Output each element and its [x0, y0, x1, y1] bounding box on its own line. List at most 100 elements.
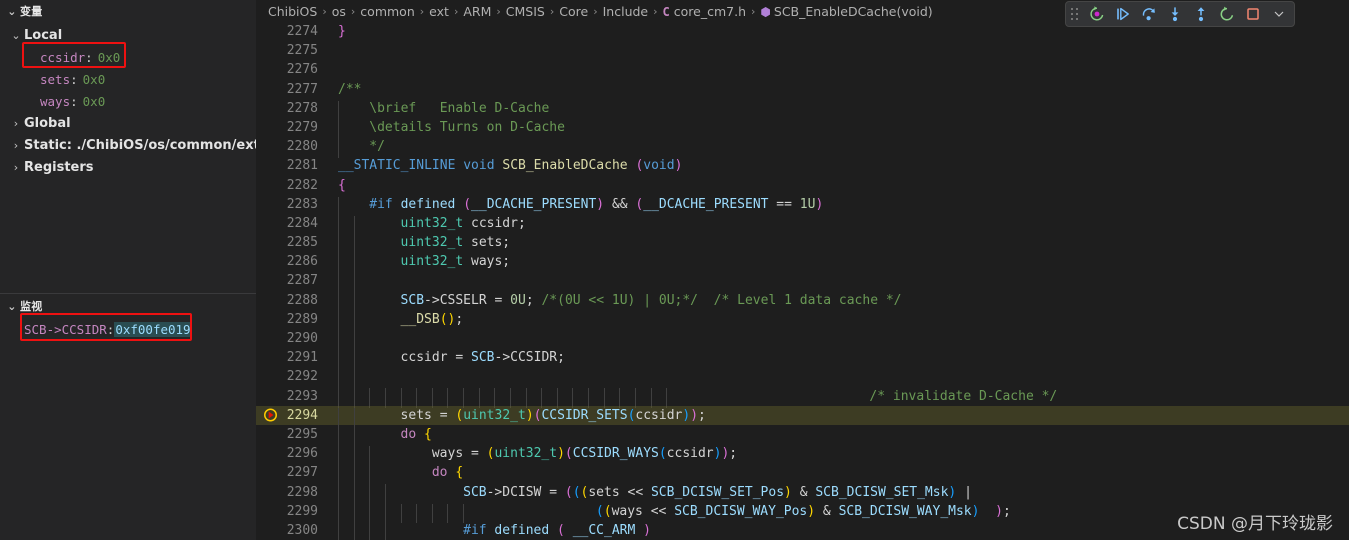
code-line[interactable]: 2287 [256, 271, 1349, 293]
code-line[interactable]: 2294 sets = (uint32_t)(CCSIDR_SETS(ccsid… [256, 405, 1349, 427]
line-gutter[interactable]: 2298 [256, 483, 334, 502]
code-line[interactable]: 2286 uint32_t ways; [256, 252, 1349, 274]
variables-group-global[interactable]: › Global [0, 112, 256, 134]
breadcrumb-label: os [331, 3, 346, 19]
line-gutter[interactable]: 2293 [256, 387, 334, 406]
variable-row-ways[interactable]: ways:0x0 [0, 90, 256, 112]
code-line[interactable]: 2276 [256, 60, 1349, 79]
variables-group-static[interactable]: › Static: ./ChibiOS/os/common/ext/ARM/CMS [0, 134, 256, 156]
line-gutter[interactable]: 2295 [256, 425, 334, 444]
line-gutter[interactable]: 2294 [256, 406, 334, 425]
line-gutter[interactable]: 2276 [256, 60, 334, 79]
line-content: do { [334, 463, 1349, 485]
line-gutter[interactable]: 2281 [256, 156, 334, 175]
code-line[interactable]: 2279 \details Turns on D-Cache [256, 118, 1349, 139]
step-out-icon[interactable] [1189, 3, 1213, 25]
indent-guide [338, 407, 354, 427]
code-line[interactable]: 2275 [256, 41, 1349, 60]
line-gutter[interactable]: 2279 [256, 118, 334, 137]
variable-row-sets[interactable]: sets:0x0 [0, 68, 256, 90]
breadcrumb-item[interactable]: Ccore_cm7.h [663, 4, 746, 19]
code-line[interactable]: 2281 __STATIC_INLINE void SCB_EnableDCach… [256, 156, 1349, 175]
breadcrumb-item[interactable]: ⬢ SCB_EnableDCache(void) [760, 4, 932, 19]
variable-value[interactable]: 0x0 [78, 72, 106, 87]
chevron-down-icon[interactable] [1267, 3, 1291, 25]
line-gutter[interactable]: 2300 [256, 521, 334, 540]
code-line[interactable]: 2283 #if defined (__DCACHE_PRESENT) && (… [256, 195, 1349, 216]
code-line[interactable]: 2292 [256, 367, 1349, 389]
line-gutter[interactable]: 2299 [256, 502, 334, 521]
debug-toolbar[interactable] [1065, 1, 1295, 27]
line-gutter[interactable]: 2289 [256, 310, 334, 329]
indent-guide [338, 138, 354, 159]
code-line[interactable]: 2300 #if defined ( __CC_ARM ) [256, 521, 1349, 540]
line-gutter[interactable]: 2278 [256, 99, 334, 118]
sidebar-divider[interactable] [0, 293, 256, 294]
watch-panel-header[interactable]: ⌄ 监视 [0, 295, 256, 317]
line-gutter[interactable]: 2296 [256, 444, 334, 463]
variable-value[interactable]: 0x0 [93, 50, 121, 65]
code-line[interactable]: 2291 ccsidr = SCB->CCSIDR; [256, 348, 1349, 370]
code-line[interactable]: 2277 /** [256, 80, 1349, 99]
code-line[interactable]: 2284 uint32_t ccsidr; [256, 214, 1349, 235]
breadcrumb-item[interactable]: os [332, 4, 346, 19]
code-line[interactable]: 2278 \brief Enable D-Cache [256, 99, 1349, 120]
line-gutter[interactable]: 2297 [256, 463, 334, 482]
line-gutter[interactable]: 2292 [256, 367, 334, 386]
line-gutter[interactable]: 2291 [256, 348, 334, 367]
restart-icon[interactable] [1085, 3, 1109, 25]
line-gutter[interactable]: 2275 [256, 41, 334, 60]
watch-value[interactable]: 0xf00fe019 [114, 321, 192, 337]
line-gutter[interactable]: 2283 [256, 195, 334, 214]
code-line[interactable]: 2295 do { [256, 425, 1349, 446]
variables-panel-header[interactable]: ⌄ 变量 [0, 0, 256, 22]
line-gutter[interactable]: 2274 [256, 22, 334, 41]
code-line[interactable]: 2282 { [256, 176, 1349, 195]
code-line[interactable]: 2296 ways = (uint32_t)(CCSIDR_WAYS(ccsid… [256, 444, 1349, 466]
breadcrumb-item[interactable]: CMSIS [506, 4, 545, 19]
breadcrumb-item[interactable]: Core [559, 4, 588, 19]
indent-guide [603, 388, 620, 408]
code-line[interactable]: 2297 do { [256, 463, 1349, 485]
line-gutter[interactable]: 2285 [256, 233, 334, 252]
line-gutter[interactable]: 2290 [256, 329, 334, 348]
restart-session-icon[interactable] [1215, 3, 1239, 25]
line-gutter[interactable]: 2282 [256, 176, 334, 195]
editor-scrollbar[interactable] [1335, 22, 1349, 540]
code-editor[interactable]: 2274} 2275 2276 2277 /** 2278 \brief Enable D… [256, 22, 1349, 540]
code-line[interactable]: 2289 __DSB(); [256, 310, 1349, 331]
stop-icon[interactable] [1241, 3, 1265, 25]
variable-value[interactable]: 0x0 [78, 94, 106, 109]
code-line[interactable]: 2280 */ [256, 137, 1349, 159]
continue-icon[interactable] [1111, 3, 1135, 25]
code-line[interactable]: 2293 /* invalidate D-Cache */ [256, 387, 1349, 408]
line-gutter[interactable]: 2287 [256, 271, 334, 290]
line-gutter[interactable]: 2288 [256, 291, 334, 310]
watch-expression[interactable]: SCB->CCSIDR [24, 322, 107, 337]
breadcrumb-item[interactable]: Include [603, 4, 649, 19]
drag-handle[interactable] [1069, 6, 1081, 22]
breadcrumb-item[interactable]: ARM [463, 4, 491, 19]
line-gutter[interactable]: 2277 [256, 80, 334, 99]
line-gutter[interactable]: 2286 [256, 252, 334, 271]
line-gutter[interactable]: 2280 [256, 137, 334, 156]
step-over-icon[interactable] [1137, 3, 1161, 25]
watch-row[interactable]: SCB->CCSIDR:0xf00fe019 [0, 318, 256, 340]
indent-guide [353, 215, 370, 235]
breadcrumb-item[interactable]: common [360, 4, 414, 19]
breadcrumb-item[interactable]: ChibiOS [268, 4, 317, 19]
code-line[interactable]: 2299 ((ways << SCB_DCISW_WAY_Pos) & SCB_D… [256, 502, 1349, 523]
variables-group-local[interactable]: ⌄ Local [0, 24, 256, 46]
variables-group-registers[interactable]: › Registers [0, 156, 256, 178]
line-number: 2295 [286, 426, 318, 442]
line-number: 2298 [286, 484, 318, 500]
code-line[interactable]: 2290 [256, 329, 1349, 350]
code-token: == [768, 196, 800, 212]
code-line[interactable]: 2285 uint32_t sets; [256, 233, 1349, 255]
code-line[interactable]: 2288 SCB->CSSELR = 0U; /*(0U << 1U) | 0U… [256, 291, 1349, 312]
variable-row-ccsidr[interactable]: ccsidr:0x0 [0, 46, 256, 68]
line-gutter[interactable]: 2284 [256, 214, 334, 233]
code-line[interactable]: 2298 SCB->DCISW = (((sets << SCB_DCISW_S… [256, 483, 1349, 504]
breadcrumb-item[interactable]: ext [429, 4, 449, 19]
step-into-icon[interactable] [1163, 3, 1187, 25]
